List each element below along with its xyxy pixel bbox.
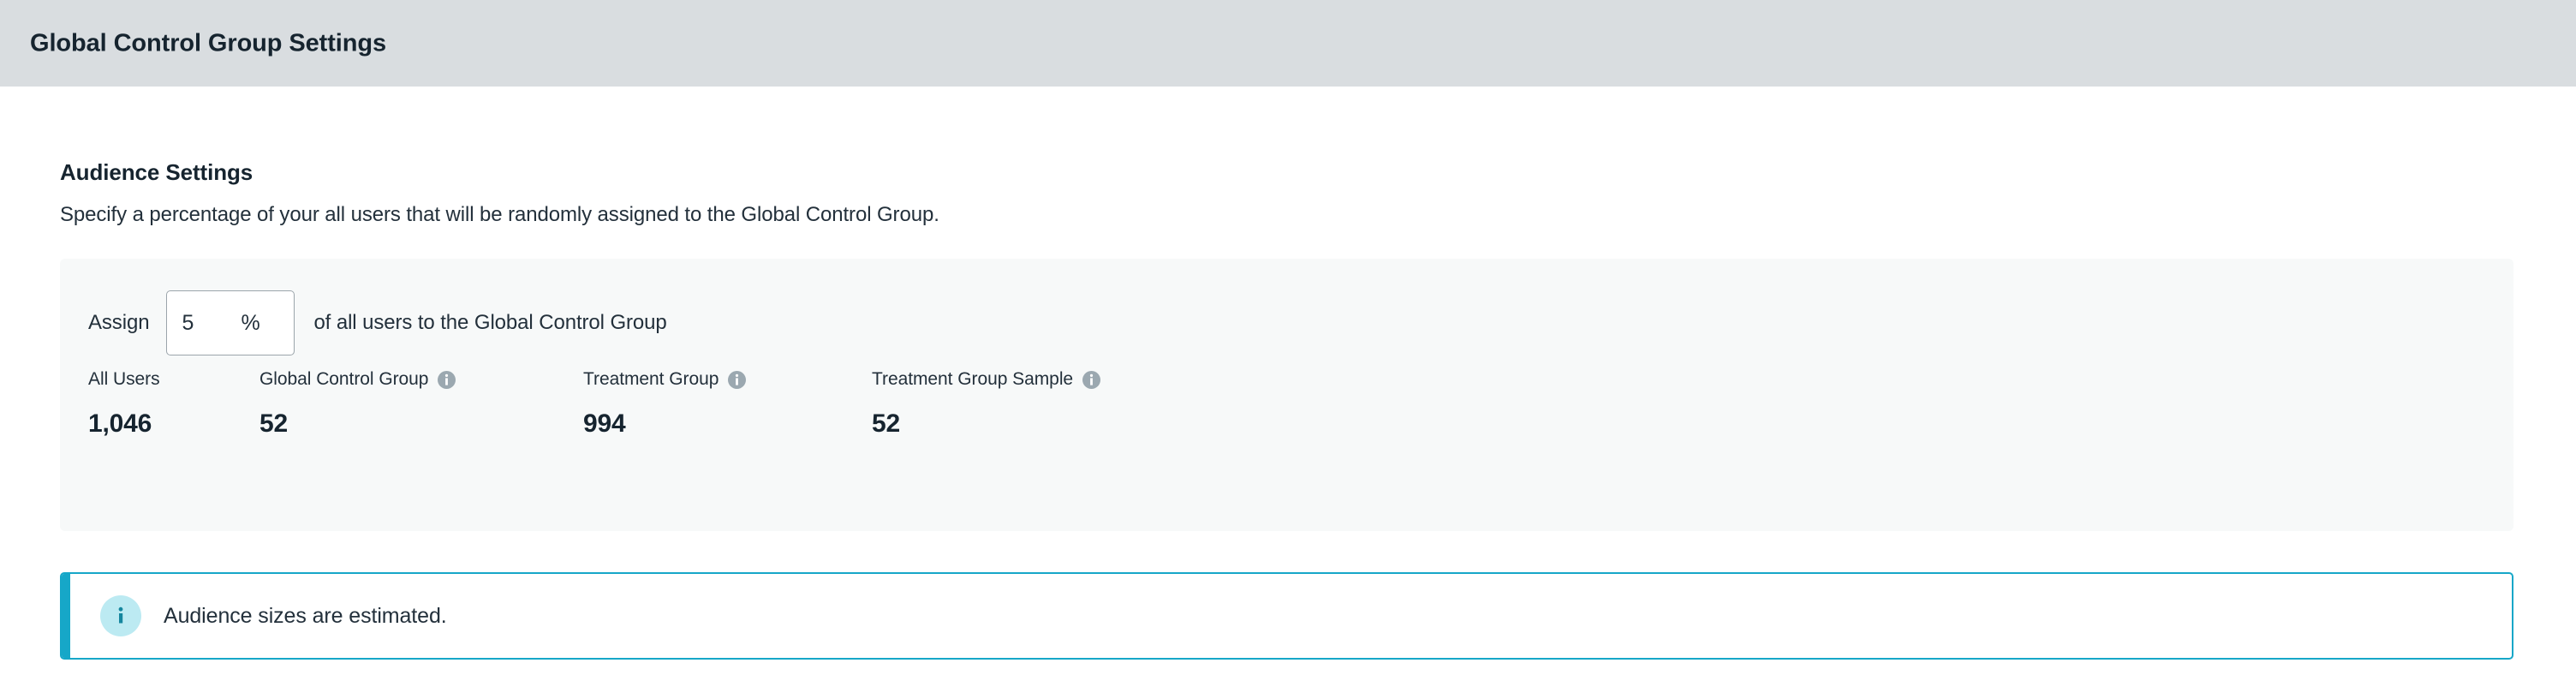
stat-value: 994	[583, 409, 626, 438]
percent-sign-label: %	[241, 310, 260, 335]
stat-label-text: All Users	[88, 369, 160, 389]
percentage-input[interactable]	[167, 310, 242, 336]
stat-label-wrapper: Treatment Group	[583, 368, 747, 391]
info-banner-accent-bar	[62, 574, 70, 658]
stat-label-text: Treatment Group	[583, 369, 719, 389]
stat-value: 1,046	[88, 409, 152, 438]
page-title: Global Control Group Settings	[30, 29, 386, 57]
section-heading: Audience Settings	[60, 159, 253, 185]
stat-all-users: All Users 1,046	[88, 368, 160, 439]
stat-label-text: Treatment Group Sample	[872, 369, 1074, 389]
audience-stats-row: All Users 1,046 Global Control Group 52 …	[88, 368, 2486, 497]
percentage-input-wrapper[interactable]: %	[166, 290, 295, 355]
stat-global-control-group: Global Control Group 52	[259, 368, 456, 439]
stat-label-wrapper: Treatment Group Sample	[872, 368, 1101, 391]
info-banner: Audience sizes are estimated.	[60, 572, 2513, 660]
stat-label-text: Global Control Group	[259, 369, 429, 389]
info-icon[interactable]	[438, 370, 456, 389]
info-icon	[100, 595, 141, 636]
assign-percentage-row: Assign % of all users to the Global Cont…	[88, 290, 667, 355]
info-icon[interactable]	[728, 370, 747, 389]
page-body: Audience Settings Specify a percentage o…	[0, 87, 2576, 675]
audience-settings-panel: Assign % of all users to the Global Cont…	[60, 259, 2513, 531]
stat-value: 52	[259, 409, 288, 438]
assign-label: Assign	[88, 311, 150, 334]
page-header: Global Control Group Settings	[0, 0, 2576, 87]
section-description: Specify a percentage of your all users t…	[60, 203, 939, 226]
info-banner-message: Audience sizes are estimated.	[164, 603, 447, 628]
stat-value: 52	[872, 409, 900, 438]
assign-trailing-label: of all users to the Global Control Group	[313, 311, 667, 334]
stat-treatment-group-sample: Treatment Group Sample 52	[872, 368, 1101, 439]
stat-treatment-group: Treatment Group 994	[583, 368, 747, 439]
stat-label-wrapper: Global Control Group	[259, 368, 456, 391]
stat-label-wrapper: All Users	[88, 368, 160, 391]
info-icon[interactable]	[1082, 370, 1101, 389]
